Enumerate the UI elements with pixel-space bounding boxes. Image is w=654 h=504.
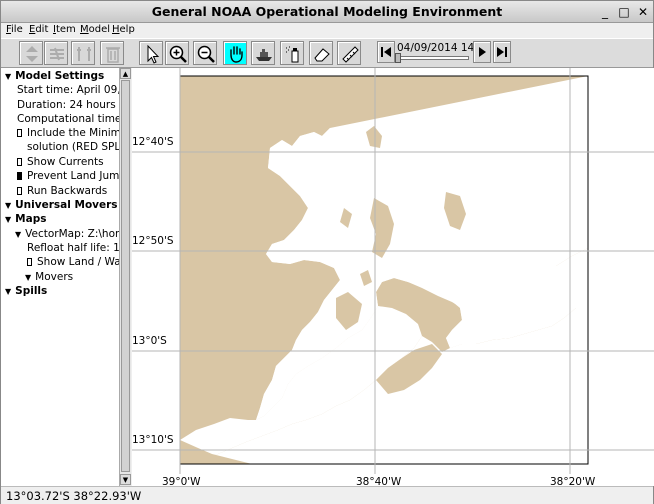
- tree-label: Model Settings: [15, 70, 105, 82]
- model-tree-panel: ▼Model Settings Start time: April 09, 20…: [1, 68, 131, 486]
- expanded-triangle-icon: ▼: [5, 215, 12, 224]
- expanded-triangle-icon: ▼: [5, 287, 12, 296]
- zoom-out-icon: [197, 45, 215, 63]
- spray-tool-button[interactable]: [280, 41, 304, 65]
- close-button[interactable]: ✕: [635, 4, 651, 20]
- play-icon: [479, 47, 486, 57]
- zoom-in-button[interactable]: [165, 41, 189, 65]
- hand-icon: [230, 46, 243, 63]
- expanded-triangle-icon: ▼: [5, 72, 12, 81]
- tree-refloat[interactable]: Refloat half life: 1 hr: [27, 242, 130, 254]
- checkbox-unchecked-icon[interactable]: [17, 158, 22, 166]
- menu-model[interactable]: Model: [80, 24, 110, 35]
- tree-movers[interactable]: ▼ Movers: [25, 271, 73, 283]
- island-shape: [366, 126, 382, 148]
- tree-label: Spills: [15, 285, 48, 297]
- move-up-down-button[interactable]: [19, 41, 43, 65]
- select-tool-button[interactable]: [139, 41, 163, 65]
- zoom-in-icon: [169, 45, 187, 63]
- tree-model-settings[interactable]: ▼ Model Settings: [5, 70, 104, 82]
- menu-help[interactable]: Help: [112, 24, 135, 35]
- map-canvas[interactable]: [132, 68, 654, 486]
- tree-label: Universal Movers: [15, 199, 118, 211]
- ruler-icon: [342, 46, 359, 63]
- tools-button[interactable]: [71, 41, 95, 65]
- scroll-up-icon[interactable]: ▲: [120, 68, 131, 79]
- tree-maps[interactable]: ▼ Maps: [5, 213, 46, 225]
- title-bar[interactable]: General NOAA Operational Modeling Enviro…: [1, 1, 653, 23]
- tree-label: Movers: [35, 271, 74, 283]
- eraser-icon: [314, 48, 330, 62]
- tree-show-land-water[interactable]: Show Land / Water: [27, 256, 131, 268]
- maximize-button[interactable]: □: [616, 4, 632, 20]
- measure-tool-button[interactable]: [337, 41, 361, 65]
- expanded-triangle-icon: ▼: [5, 201, 12, 210]
- menu-file[interactable]: File: [6, 24, 23, 35]
- play-button[interactable]: [473, 41, 491, 63]
- tree-vectormap[interactable]: ▼ VectorMap: Z:\home\: [15, 228, 131, 240]
- tree-duration[interactable]: Duration: 24 hours: [17, 99, 116, 111]
- minimize-button[interactable]: _: [597, 4, 613, 20]
- up-down-arrows-icon: [26, 46, 38, 62]
- zoom-out-button[interactable]: [193, 41, 217, 65]
- settings-icon: [50, 47, 64, 61]
- tree-label: Prevent Land Jumpin: [27, 170, 131, 182]
- expanded-triangle-icon: ▼: [15, 230, 22, 239]
- tree-label: Show Land / Water: [37, 256, 131, 268]
- ship-icon: [256, 49, 272, 61]
- tree-label: Show Currents: [27, 156, 104, 168]
- step-forward-icon: [497, 47, 507, 57]
- menu-edit[interactable]: Edit: [29, 24, 48, 35]
- expanded-triangle-icon: ▼: [25, 273, 32, 282]
- checkbox-unchecked-icon[interactable]: [27, 258, 32, 266]
- time-control: 04/09/2014 14:23: [377, 41, 515, 65]
- time-slider-thumb[interactable]: [395, 53, 401, 63]
- toolbar: 04/09/2014 14:23: [1, 38, 653, 68]
- tree-spills[interactable]: ▼ Spills: [5, 285, 47, 297]
- checkbox-unchecked-icon[interactable]: [17, 129, 22, 137]
- app-window: General NOAA Operational Modeling Enviro…: [0, 0, 654, 504]
- tree-label: Maps: [15, 213, 47, 225]
- scrollbar-thumb[interactable]: [121, 80, 130, 472]
- lat-label: 12°50'S: [132, 235, 174, 247]
- tree-run-backwards[interactable]: Run Backwards: [17, 185, 107, 197]
- tree-label: VectorMap: Z:\home\: [25, 228, 131, 240]
- window-title: General NOAA Operational Modeling Enviro…: [151, 4, 503, 19]
- arrow-pointer-icon: [147, 44, 160, 64]
- tree-universal-movers[interactable]: ▼ Universal Movers: [5, 199, 118, 211]
- menu-item[interactable]: Item: [53, 24, 76, 35]
- checkbox-unchecked-icon[interactable]: [17, 187, 22, 195]
- lat-label: 12°40'S: [132, 136, 174, 148]
- tree-solution: solution (RED SPLOT: [27, 141, 131, 153]
- rewind-icon: [381, 47, 391, 57]
- rewind-button[interactable]: [377, 41, 395, 63]
- time-slider-track[interactable]: [397, 56, 469, 60]
- boat-tool-button[interactable]: [251, 41, 275, 65]
- checkbox-checked-icon[interactable]: [17, 172, 22, 180]
- tree-include-minimum[interactable]: Include the Minimum: [17, 127, 131, 139]
- menu-bar: File Edit Item Model Help: [1, 23, 653, 38]
- map-view[interactable]: 12°40'S 12°50'S 13°0'S 13°10'S 39°0'W 38…: [132, 68, 654, 488]
- trash-icon: [106, 47, 120, 63]
- status-bar: 13°03.72'S 38°22.93'W: [1, 486, 653, 504]
- tree-start-time[interactable]: Start time: April 09, 201: [17, 84, 130, 96]
- tree-prevent-land-jumping[interactable]: Prevent Land Jumpin: [17, 170, 131, 182]
- step-forward-button[interactable]: [493, 41, 511, 63]
- tree-time-step[interactable]: Computational time ste: [17, 113, 130, 125]
- tree-label: Include the Minimum: [27, 127, 131, 139]
- lat-label: 13°10'S: [132, 434, 174, 446]
- lat-label: 13°0'S: [132, 335, 167, 347]
- land-mass: [180, 76, 588, 464]
- wrench-screwdriver-icon: [77, 47, 91, 61]
- pan-tool-button[interactable]: [223, 41, 247, 65]
- cursor-coordinates: 13°03.72'S 38°22.93'W: [6, 489, 142, 503]
- tree-label: Run Backwards: [27, 185, 108, 197]
- settings-button[interactable]: [44, 41, 68, 65]
- eraser-tool-button[interactable]: [309, 41, 333, 65]
- scroll-down-icon[interactable]: ▼: [120, 474, 131, 485]
- delete-button[interactable]: [100, 41, 124, 65]
- tree-scrollbar[interactable]: ▲ ▼: [119, 68, 131, 486]
- tree-show-currents[interactable]: Show Currents: [17, 156, 104, 168]
- spray-can-icon: [286, 46, 299, 63]
